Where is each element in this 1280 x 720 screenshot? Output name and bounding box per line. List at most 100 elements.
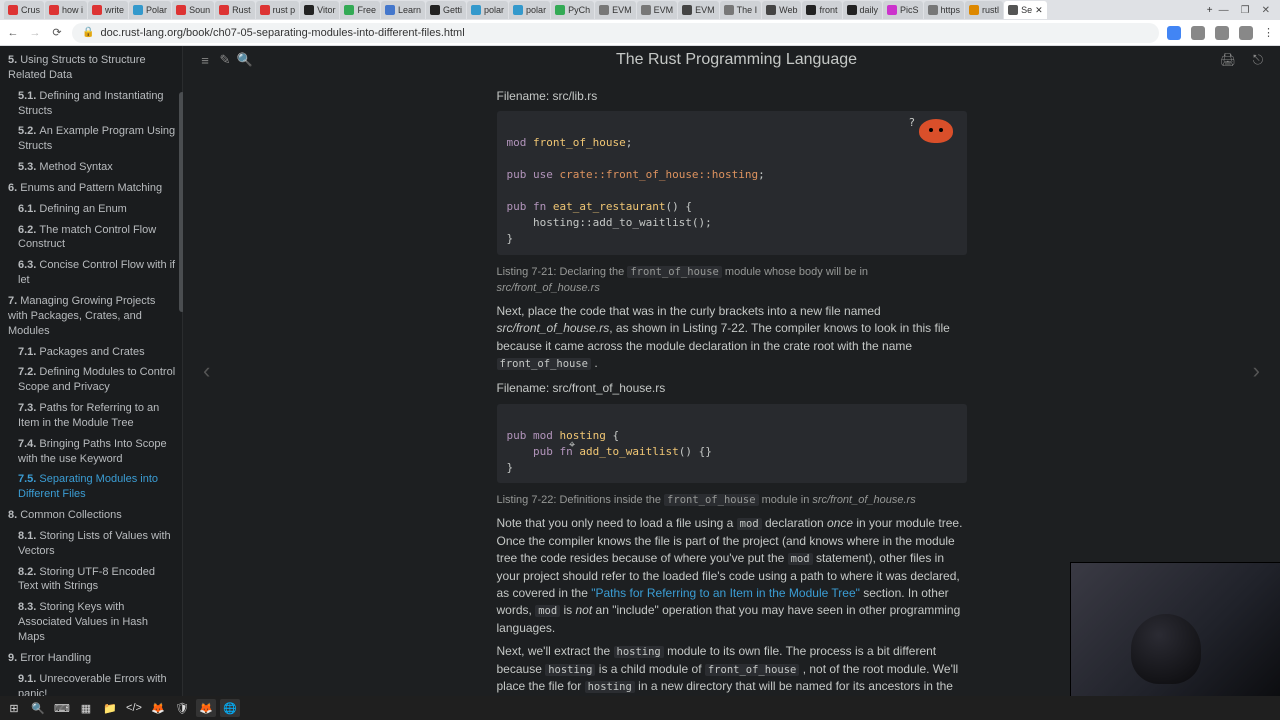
browser-tab[interactable]: EVM — [637, 1, 678, 19]
tab-label: polar — [484, 5, 504, 15]
browser-tab[interactable]: write — [88, 1, 128, 19]
window-maximize-button[interactable]: ❐ — [1241, 5, 1250, 16]
extensions-area: ⋮ — [1167, 26, 1274, 40]
toc-number: 8. — [8, 509, 20, 521]
browser-tab[interactable]: how i — [45, 1, 87, 19]
toc-label: Bringing Paths Into Scope with the use K… — [18, 438, 167, 465]
toc-item[interactable]: 7.2. Defining Modules to Control Scope a… — [0, 362, 182, 398]
taskbar-button[interactable]: 🛡 — [172, 699, 192, 717]
taskbar-button[interactable]: ⌨ — [52, 699, 72, 717]
taskbar-button[interactable]: ⊞ — [4, 699, 24, 717]
tab-label: Polar — [146, 5, 167, 15]
browser-tab[interactable]: The I — [720, 1, 762, 19]
browser-tab[interactable]: PyCh — [551, 1, 594, 19]
browser-tab[interactable]: Soun — [172, 1, 214, 19]
browser-tab[interactable]: EVM — [678, 1, 719, 19]
taskbar-button[interactable]: 🌐 — [220, 699, 240, 717]
toc-item[interactable]: 6.2. The match Control Flow Construct — [0, 220, 182, 256]
extension-icon[interactable] — [1191, 26, 1205, 40]
favicon — [513, 5, 523, 15]
nav-back-button[interactable]: ← — [6, 27, 20, 39]
browser-tab[interactable]: Vitor — [300, 1, 339, 19]
code-block: mod front_of_house; pub use crate::front… — [497, 111, 967, 255]
extension-icon[interactable] — [1239, 26, 1253, 40]
taskbar-button[interactable]: 🔍 — [28, 699, 48, 717]
favicon — [641, 5, 651, 15]
browser-tab[interactable]: PicS — [883, 1, 923, 19]
nav-forward-button[interactable]: → — [28, 27, 42, 39]
toc-number: 5.2. — [18, 125, 39, 137]
toc-item[interactable]: 7.1. Packages and Crates — [0, 342, 182, 363]
toc-item[interactable]: 5.2. An Example Program Using Structs — [0, 121, 182, 157]
theme-toggle-icon[interactable]: ✎ — [215, 52, 235, 68]
toc-number: 8.3. — [18, 601, 39, 613]
browser-tab[interactable]: daily — [843, 1, 883, 19]
browser-tab[interactable]: Polar — [129, 1, 171, 19]
browser-tab[interactable]: polar — [467, 1, 508, 19]
toc-item[interactable]: 8.3. Storing Keys with Associated Values… — [0, 597, 182, 648]
tab-close-icon[interactable]: ✕ — [1035, 5, 1043, 16]
browser-tab[interactable]: EVM — [595, 1, 636, 19]
browser-tab[interactable]: rust p — [256, 1, 300, 19]
toc-sidebar[interactable]: 5. Using Structs to Structure Related Da… — [0, 46, 183, 696]
browser-tab[interactable]: polar — [509, 1, 550, 19]
favicon — [176, 5, 186, 15]
favicon — [471, 5, 481, 15]
browser-tab[interactable]: Learn — [381, 1, 425, 19]
toc-label: An Example Program Using Structs — [18, 125, 175, 152]
print-icon[interactable]: 🖨 — [1218, 52, 1238, 68]
taskbar-button[interactable]: ▦ — [76, 699, 96, 717]
browser-tab[interactable]: https — [924, 1, 965, 19]
toc-item[interactable]: 5. Using Structs to Structure Related Da… — [0, 50, 182, 86]
taskbar-button[interactable]: </> — [124, 699, 144, 717]
sidebar-toggle-icon[interactable]: ≡ — [195, 53, 215, 68]
toc-item[interactable]: 9.1. Unrecoverable Errors with panic! — [0, 669, 182, 696]
favicon — [682, 5, 692, 15]
toc-item[interactable]: 7. Managing Growing Projects with Packag… — [0, 291, 182, 342]
window-close-button[interactable]: ✕ — [1262, 5, 1270, 16]
toc-item[interactable]: 6.3. Concise Control Flow with if let — [0, 255, 182, 291]
tab-label: daily — [860, 5, 879, 15]
toc-item[interactable]: 9. Error Handling — [0, 648, 182, 669]
toc-item[interactable]: 8.1. Storing Lists of Values with Vector… — [0, 526, 182, 562]
toc-item[interactable]: 6. Enums and Pattern Matching — [0, 178, 182, 199]
toc-label: Paths for Referring to an Item in the Mo… — [18, 402, 159, 429]
browser-tab[interactable]: Free — [340, 1, 380, 19]
favicon — [599, 5, 609, 15]
taskbar-button[interactable]: 🦊 — [196, 699, 216, 717]
toc-item[interactable]: 8.2. Storing UTF-8 Encoded Text with Str… — [0, 562, 182, 598]
nav-reload-button[interactable]: ⟳ — [50, 26, 64, 39]
browser-menu-button[interactable]: ⋮ — [1263, 26, 1274, 39]
toc-item[interactable]: 8. Common Collections — [0, 505, 182, 526]
address-bar[interactable]: 🔒 doc.rust-lang.org/book/ch07-05-separat… — [72, 23, 1159, 43]
browser-tab[interactable]: Web — [762, 1, 801, 19]
toc-item[interactable]: 5.1. Defining and Instantiating Structs — [0, 86, 182, 122]
browser-tab[interactable]: Crus — [4, 1, 44, 19]
taskbar-button[interactable]: 📁 — [100, 699, 120, 717]
toc-item[interactable]: 7.3. Paths for Referring to an Item in t… — [0, 398, 182, 434]
paths-link[interactable]: "Paths for Referring to an Item in the M… — [591, 586, 860, 600]
browser-tab[interactable]: rustl — [965, 1, 1003, 19]
browser-tab[interactable]: Getti — [426, 1, 466, 19]
extension-icon[interactable] — [1215, 26, 1229, 40]
browser-tab[interactable]: front — [802, 1, 841, 19]
tab-label: Vitor — [317, 5, 335, 15]
taskbar-button[interactable]: 🦊 — [148, 699, 168, 717]
toc-label: Defining an Enum — [39, 203, 126, 215]
browser-tab[interactable]: Rust — [215, 1, 255, 19]
toc-number: 8.2. — [18, 566, 39, 578]
extension-icon[interactable] — [1167, 26, 1181, 40]
github-icon[interactable]: ⎋ — [1248, 52, 1268, 68]
search-icon[interactable]: 🔍 — [235, 52, 255, 68]
toc-item[interactable]: 7.4. Bringing Paths Into Scope with the … — [0, 434, 182, 470]
new-tab-button[interactable]: + — [1201, 5, 1219, 16]
paragraph: Note that you only need to load a file u… — [497, 515, 967, 637]
taskbar[interactable]: ⊞🔍⌨▦📁</>🦊🛡🦊🌐 — [0, 696, 1280, 720]
toc-item[interactable]: 5.3. Method Syntax — [0, 157, 182, 178]
toc-item[interactable]: 7.5. Separating Modules into Different F… — [0, 469, 182, 505]
tab-label: EVM — [695, 5, 715, 15]
toc-item[interactable]: 6.1. Defining an Enum — [0, 199, 182, 220]
code-filename: Filename: src/front_of_house.rs — [497, 380, 967, 397]
browser-tab[interactable]: Se✕ — [1004, 1, 1047, 19]
window-minimize-button[interactable]: — — [1219, 5, 1229, 16]
